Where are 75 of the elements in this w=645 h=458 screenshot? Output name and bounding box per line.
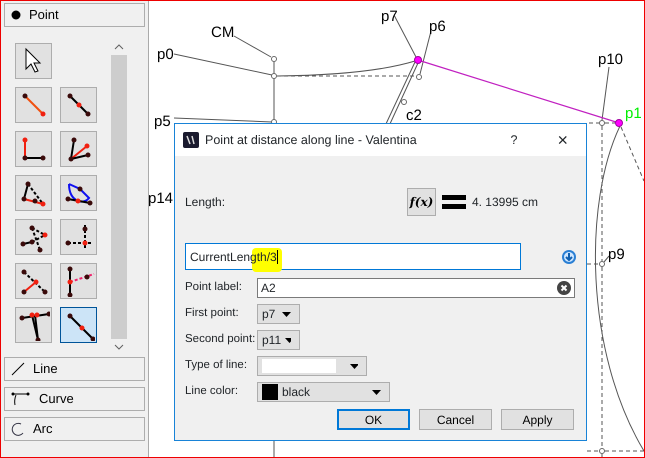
arc-icon	[11, 422, 25, 436]
leader-line	[604, 256, 610, 262]
tool-button[interactable]	[15, 175, 52, 211]
formula-button[interactable]: f(x)	[406, 188, 436, 216]
caret-icon	[282, 312, 291, 316]
dropdown[interactable]: p11	[257, 330, 300, 350]
chevron-down-icon[interactable]	[114, 343, 124, 351]
chevron-up-icon[interactable]	[114, 43, 124, 51]
guide-line	[604, 450, 644, 452]
dialog-button[interactable]: OK	[337, 409, 410, 430]
point-marker	[599, 448, 605, 454]
text-field[interactable]: A2	[257, 278, 575, 298]
tool-button[interactable]	[15, 219, 52, 255]
field-label: Point label:	[185, 280, 243, 296]
curve-icon	[11, 392, 31, 406]
dialog-button[interactable]: Cancel	[419, 409, 492, 430]
point-marker	[271, 73, 277, 79]
tool-button[interactable]	[15, 43, 52, 79]
point-marker	[414, 56, 422, 64]
triangle-icon	[18, 309, 50, 341]
field-label: Second point:	[185, 332, 256, 348]
point-label: p6	[429, 18, 446, 35]
tool-button[interactable]	[60, 87, 97, 123]
tool-button[interactable]	[60, 219, 97, 255]
point-marker	[599, 261, 605, 267]
field-label: Type of line:	[185, 358, 248, 374]
dialog-title: Point at distance along line - Valentina	[205, 132, 418, 149]
tool-button[interactable]	[60, 131, 97, 167]
field-label: Length:	[185, 194, 226, 211]
dropdown[interactable]: black	[257, 382, 390, 402]
point-label: p10	[598, 51, 624, 68]
tool-button[interactable]	[15, 263, 52, 299]
tool-button[interactable]	[60, 307, 97, 343]
point-label: p7	[381, 8, 398, 25]
point-marker	[401, 99, 407, 105]
point-label: CM	[211, 24, 234, 41]
point-marker	[615, 119, 623, 127]
field-label: First point:	[185, 306, 240, 322]
dot-icon	[11, 10, 21, 20]
point-label: c2	[406, 107, 422, 124]
caret-icon	[285, 338, 291, 342]
point-marker	[599, 120, 605, 126]
tool-button[interactable]	[15, 307, 52, 343]
tool-button[interactable]	[60, 263, 97, 299]
close-button[interactable]: ×	[557, 126, 568, 154]
tool-button[interactable]	[15, 131, 52, 167]
guide-line	[588, 122, 600, 124]
expand-icon[interactable]	[561, 248, 576, 264]
point-marker	[416, 74, 422, 80]
point-marker	[271, 56, 277, 62]
point-label: p14	[149, 190, 174, 207]
tool-button[interactable]	[60, 175, 97, 211]
guide-line	[586, 450, 600, 452]
guide-line	[604, 122, 616, 124]
tool-group-button[interactable]: Arc	[4, 417, 145, 441]
point-label: p0	[157, 46, 174, 63]
dialog-button[interactable]: Apply	[501, 409, 574, 430]
clear-icon[interactable]	[557, 281, 571, 295]
guide-line	[620, 126, 644, 182]
tool-group-button[interactable]: Line	[4, 357, 145, 381]
point-label: p5	[154, 113, 171, 130]
tool-group-button[interactable]: Point	[4, 3, 145, 27]
tool-group-button[interactable]: Curve	[4, 387, 145, 411]
help-button[interactable]: ?	[510, 130, 518, 150]
point-label: p1	[625, 105, 642, 122]
field-label: Line color:	[185, 384, 240, 400]
app-icon	[183, 132, 199, 148]
caret-icon	[372, 390, 381, 394]
line-icon	[11, 362, 25, 376]
equals-icon	[442, 193, 466, 211]
leader-line	[602, 66, 610, 120]
length-result: 4. 13995 cm	[472, 194, 538, 211]
point-label: p9	[608, 246, 625, 263]
caret-icon	[350, 364, 358, 368]
dropdown[interactable]: p7	[257, 304, 300, 324]
